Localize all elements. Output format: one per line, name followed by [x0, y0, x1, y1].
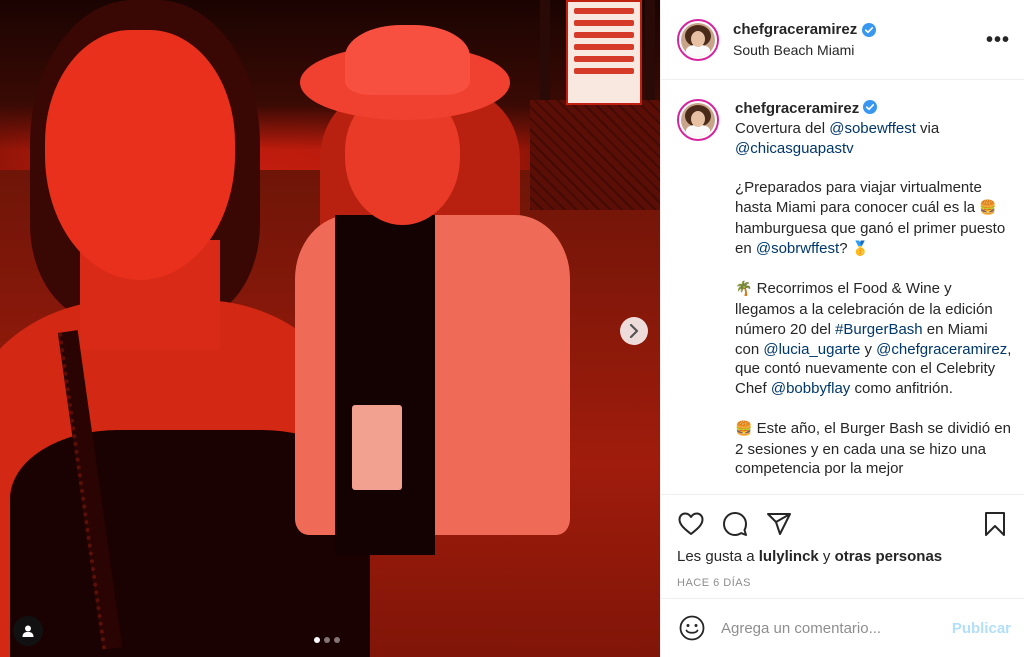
carousel-dot — [324, 637, 330, 643]
carousel-next-button[interactable] — [620, 317, 648, 345]
mention-link[interactable]: @chefgraceramirez — [876, 341, 1007, 358]
likes-others-link[interactable]: otras personas — [835, 548, 943, 565]
post-location[interactable]: South Beach Miami — [733, 42, 876, 58]
post-actions: Les gusta a lulylinck y otras personas H… — [661, 494, 1024, 598]
likes-prefix: Les gusta a — [677, 548, 759, 565]
medal-emoji-icon: 🥇 — [851, 240, 870, 257]
liker-username[interactable]: lulylinck — [759, 548, 819, 565]
sponsor-banner — [566, 0, 642, 105]
share-button[interactable] — [765, 510, 793, 538]
verified-badge-icon — [863, 100, 878, 114]
user-icon — [22, 625, 34, 637]
hashtag-link[interactable]: #BurgerBash — [835, 321, 923, 338]
like-button[interactable] — [677, 510, 705, 538]
event-fence — [530, 100, 660, 210]
heart-icon — [678, 512, 704, 535]
paper-plane-icon — [767, 513, 791, 535]
post-photo[interactable] — [0, 0, 660, 657]
carousel-dot — [334, 637, 340, 643]
caption-line: ? — [839, 239, 852, 257]
tagged-users-button[interactable] — [13, 616, 43, 646]
caption-section: chefgraceramirez Covertura del @sobewffe… — [661, 81, 1024, 494]
mention-link[interactable]: @lucia_ugarte — [763, 341, 860, 358]
smiley-icon — [679, 615, 705, 641]
author-avatar[interactable] — [677, 18, 719, 61]
carousel-dot-active — [314, 637, 320, 643]
post-header: chefgraceramirez South Beach Miami ••• — [661, 0, 1024, 80]
caption-author-avatar[interactable] — [677, 99, 719, 141]
author-username[interactable]: chefgraceramirez — [733, 21, 857, 38]
publish-button[interactable]: Publicar — [952, 620, 1011, 637]
post-timestamp[interactable]: HACE 6 DÍAS — [677, 577, 1009, 589]
caption-username[interactable]: chefgraceramirez — [735, 100, 859, 117]
mention-link[interactable]: @chicasguapastv — [735, 140, 854, 157]
save-button[interactable] — [981, 510, 1009, 538]
caption-text: chefgraceramirez Covertura del @sobewffe… — [735, 99, 1013, 494]
chevron-right-icon — [629, 324, 639, 338]
palm-tree-emoji-icon: 🌴 — [735, 281, 753, 298]
verified-badge-icon — [862, 22, 877, 37]
caption-line: ¿Preparados para viajar virtualmente has… — [735, 179, 982, 216]
carousel-indicator — [314, 637, 340, 643]
bookmark-icon — [985, 512, 1005, 536]
likes-middle: y — [818, 548, 835, 565]
caption-line: y — [860, 340, 877, 358]
person-right-lanyard-badge — [352, 405, 402, 490]
cowboy-hat-crown — [345, 25, 470, 95]
comment-bar: Publicar — [661, 598, 1024, 657]
mention-link[interactable]: @sobewffest — [829, 120, 916, 137]
comment-icon — [723, 512, 747, 536]
post-side-panel: chefgraceramirez South Beach Miami ••• c… — [660, 0, 1024, 657]
burger-emoji-icon: 🍔 — [979, 199, 997, 216]
caption-line: Covertura del — [735, 119, 830, 137]
caption-line: via — [915, 119, 940, 137]
emoji-picker-button[interactable] — [679, 615, 705, 641]
burger-emoji-icon: 🍔 — [735, 420, 753, 437]
caption-line: Este año, el Burger Bash se dividió en 2… — [735, 419, 1011, 478]
likes-summary: Les gusta a lulylinck y otras personas — [677, 548, 1009, 565]
person-right-black-top — [335, 215, 435, 555]
mention-link[interactable]: @sobrwffest — [756, 240, 839, 257]
mention-link[interactable]: @bobbyflay — [771, 380, 850, 397]
comment-input[interactable] — [721, 619, 952, 637]
caption-line: como anfitrión. — [850, 380, 953, 398]
comment-button[interactable] — [721, 510, 749, 538]
more-options-icon[interactable]: ••• — [986, 30, 1010, 50]
person-left-face — [45, 30, 235, 280]
